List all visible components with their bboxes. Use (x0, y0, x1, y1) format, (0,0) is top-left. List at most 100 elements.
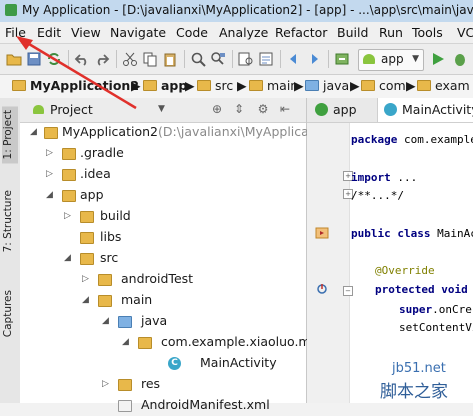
code-line[interactable]: import ... (351, 171, 417, 184)
menu-edit[interactable]: Edit (37, 25, 61, 40)
code-text: ... (390, 171, 418, 184)
run-configuration-label: app (381, 52, 404, 66)
code-line[interactable]: setContentVi (399, 321, 473, 334)
undo-icon[interactable] (74, 51, 90, 67)
run-configuration-dropdown[interactable]: app ▼ (358, 49, 424, 71)
override-marker-icon[interactable] (315, 283, 329, 295)
expand-arrow-icon[interactable]: ◢ (46, 190, 53, 200)
tree-item-gradle[interactable]: ▷ .gradle (20, 144, 306, 164)
breadcrumb-item-main[interactable]: main (249, 78, 298, 94)
code-line[interactable]: @Override (375, 264, 435, 277)
tree-item-label: build (100, 208, 131, 223)
replace-icon[interactable] (210, 51, 226, 67)
chevron-right-icon[interactable]: ▷ (64, 211, 71, 221)
structure-icon[interactable] (258, 51, 274, 67)
save-all-icon[interactable] (26, 51, 42, 67)
menu-run[interactable]: Run (379, 25, 403, 40)
menu-code[interactable]: Code (176, 25, 208, 40)
fold-toggle-icon[interactable]: − (343, 286, 353, 296)
tree-item-label: libs (100, 229, 122, 244)
tree-item-app[interactable]: ◢ app (20, 186, 306, 206)
open-folder-icon[interactable] (6, 51, 22, 67)
folder-icon (62, 169, 76, 181)
code-line[interactable]: package com.example (351, 133, 473, 146)
tree-item-androidtest[interactable]: ▷ androidTest (20, 270, 306, 290)
code-text: .onCre (432, 303, 472, 316)
menu-navigate[interactable]: Navigate (110, 25, 166, 40)
code-line[interactable]: super.onCre (399, 303, 472, 316)
window-title: My Application - [D:\javalianxi\MyApplic… (22, 3, 473, 17)
menu-vcs[interactable]: VC (457, 25, 473, 40)
gradle-file-icon (315, 103, 328, 116)
code-keyword: package (351, 133, 398, 146)
chevron-right-icon: ▶ (350, 78, 360, 93)
debug-icon[interactable] (452, 51, 468, 67)
sync-icon[interactable] (46, 51, 62, 67)
tree-item-label: app (80, 187, 104, 202)
find-icon[interactable] (190, 51, 206, 67)
menu-view[interactable]: View (71, 25, 101, 40)
tree-item-idea[interactable]: ▷ .idea (20, 165, 306, 185)
expand-arrow-icon[interactable]: ◢ (102, 316, 109, 326)
tree-item-project-root[interactable]: ◢ MyApplication2 (D:\javalianxi\MyApplic… (20, 123, 333, 143)
tree-item-package[interactable]: ◢ com.example.xiaoluo.mya (20, 333, 326, 353)
tree-item-src[interactable]: ◢ src (20, 249, 306, 269)
gear-icon[interactable]: ⚙ (256, 102, 270, 116)
folder-icon (249, 80, 263, 91)
hide-panel-icon[interactable]: ⇤ (278, 102, 292, 116)
expand-arrow-icon[interactable]: ◢ (122, 337, 129, 347)
tree-item-mainactivity[interactable]: C MainActivity (20, 354, 306, 374)
menu-tools[interactable]: Tools (412, 25, 443, 40)
paste-icon[interactable] (162, 51, 178, 67)
menu-analyze[interactable]: Analyze (219, 25, 268, 40)
menu-file[interactable]: File (5, 25, 26, 40)
breadcrumb-item-app[interactable]: app (143, 78, 187, 94)
tree-item-main[interactable]: ◢ main (20, 291, 306, 311)
breadcrumb-item-project[interactable]: MyApplication2 (12, 78, 139, 94)
run-marker-icon[interactable] (315, 227, 329, 239)
tree-item-libs[interactable]: libs (20, 228, 306, 248)
find-usages-icon[interactable] (238, 51, 254, 67)
breadcrumb-item-com[interactable]: com (361, 78, 406, 94)
android-icon (363, 54, 375, 64)
code-line[interactable]: /**...*/ (351, 189, 404, 202)
run-icon[interactable] (430, 51, 446, 67)
collapse-all-icon[interactable]: ⇕ (232, 102, 246, 116)
cut-icon[interactable] (122, 51, 138, 67)
code-line[interactable]: protected void (375, 283, 468, 296)
chevron-down-icon[interactable]: ▼ (158, 104, 165, 114)
resource-folder-icon (118, 379, 132, 391)
tree-item-manifest[interactable]: AndroidManifest.xml (20, 396, 306, 416)
copy-icon[interactable] (142, 51, 158, 67)
expand-arrow-icon[interactable]: ◢ (30, 127, 37, 137)
breadcrumb-item-src[interactable]: src (197, 78, 233, 94)
tool-tab-project[interactable]: 1: Project (2, 106, 18, 164)
chevron-right-icon[interactable]: ▷ (82, 274, 89, 284)
scroll-from-source-icon[interactable]: ⊕ (210, 102, 224, 116)
back-icon[interactable] (286, 51, 302, 67)
expand-arrow-icon[interactable]: ◢ (64, 253, 71, 263)
forward-icon[interactable] (306, 51, 322, 67)
tree-item-java[interactable]: ◢ java (20, 312, 306, 332)
breadcrumb-item-example[interactable]: exam (417, 78, 470, 94)
editor-tab-mainactivity[interactable]: MainActivity (377, 98, 473, 122)
code-line[interactable]: public class MainAc (351, 227, 473, 240)
tree-item-build[interactable]: ▷ build (20, 207, 306, 227)
chevron-right-icon[interactable]: ▷ (46, 148, 53, 158)
tree-item-label: androidTest (121, 271, 194, 286)
tree-item-res[interactable]: ▷ res (20, 375, 306, 395)
breadcrumb-item-java[interactable]: java (305, 78, 349, 94)
menu-build[interactable]: Build (337, 25, 368, 40)
menu-refactor[interactable]: Refactor (275, 25, 327, 40)
chevron-right-icon[interactable]: ▷ (46, 169, 53, 179)
editor-tab-app[interactable]: app (311, 98, 373, 122)
chevron-right-icon[interactable]: ▷ (102, 379, 109, 389)
editor-tab-label: MainActivity (402, 102, 473, 117)
expand-arrow-icon[interactable]: ◢ (82, 295, 89, 305)
android-studio-icon (5, 4, 17, 16)
project-view-selector[interactable]: Project (50, 102, 93, 117)
tool-tab-captures[interactable]: Captures (2, 290, 18, 337)
make-project-icon[interactable] (334, 51, 350, 67)
redo-icon[interactable] (94, 51, 110, 67)
tool-tab-structure[interactable]: 7: Structure (2, 190, 18, 252)
